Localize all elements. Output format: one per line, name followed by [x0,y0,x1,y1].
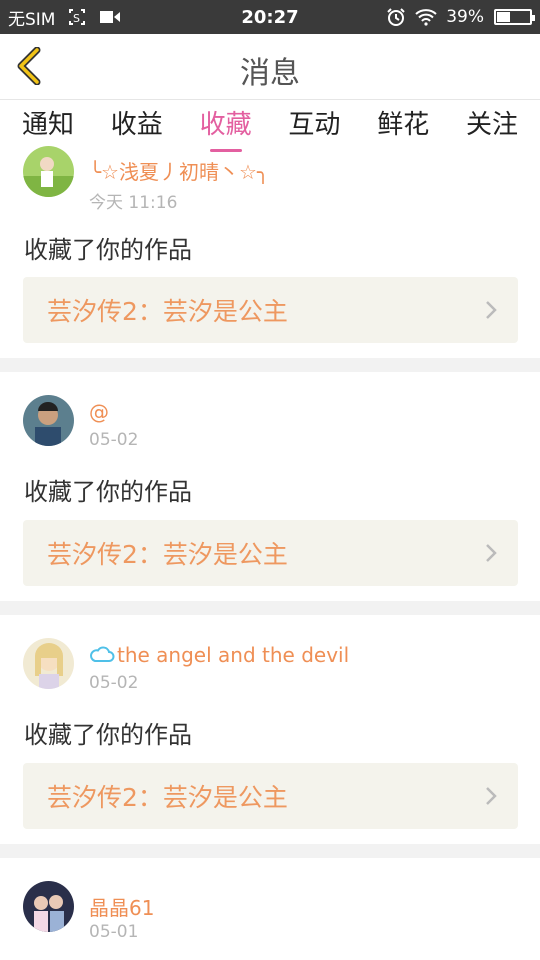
avatar[interactable] [23,881,74,932]
avatar[interactable] [23,638,74,689]
tab-follows[interactable]: 关注 [466,100,518,152]
alarm-icon [386,7,406,27]
message-card: ╰☆浅夏丿初晴丶☆╮ 今天 11:16 收藏了你的作品 芸汐传2：芸汐是公主 [0,146,540,358]
battery-icon [494,9,535,25]
page-title: 消息 [240,56,300,91]
message-card: @ 05-02 收藏了你的作品 芸汐传2：芸汐是公主 [0,372,540,601]
work-link[interactable]: 芸汐传2：芸汐是公主 [23,763,518,829]
divider [0,358,540,372]
username[interactable]: 晶晶61 [89,892,154,921]
tab-notifications[interactable]: 通知 [22,100,74,152]
battery-percent: 39% [446,7,484,27]
message-card: 晶晶61 05-01 [0,858,540,960]
tab-label: 关注 [465,110,518,140]
work-link[interactable]: 芸汐传2：芸汐是公主 [23,520,518,586]
header: 消息 [0,34,540,100]
tab-favorites[interactable]: 收藏 [200,100,252,152]
svg-text:S: S [73,12,80,25]
chevron-right-icon [486,544,497,562]
video-icon [99,8,121,26]
username[interactable]: the angel and the devil [89,643,349,667]
message-card: the angel and the devil 05-02 收藏了你的作品 芸汐… [0,615,540,844]
tab-label: 收益 [110,110,163,140]
username[interactable]: @ [89,400,109,424]
tab-label: 通知 [22,110,75,140]
chevron-right-icon [486,301,497,319]
work-title: 芸汐传2：芸汐是公主 [47,297,288,326]
message-list: ╰☆浅夏丿初晴丶☆╮ 今天 11:16 收藏了你的作品 芸汐传2：芸汐是公主 @… [0,146,540,960]
tab-label: 收藏 [199,110,252,140]
message-date: 今天 11:16 [89,193,178,213]
tab-label: 鲜花 [377,110,430,140]
screenshot-icon: S [67,7,87,27]
wifi-icon [414,8,438,26]
work-title: 芸汐传2：芸汐是公主 [47,783,288,812]
message-text: 收藏了你的作品 [24,236,192,264]
tab-interactions[interactable]: 互动 [288,100,340,152]
carrier-label: 无SIM [8,9,56,30]
message-date: 05-01 [89,922,139,942]
tab-flowers[interactable]: 鲜花 [377,100,429,152]
username[interactable]: ╰☆浅夏丿初晴丶☆╮ [89,156,269,185]
chevron-right-icon [486,787,497,805]
status-bar: 无SIM S 20:27 39% [0,0,540,34]
work-link[interactable]: 芸汐传2：芸汐是公主 [23,277,518,343]
message-text: 收藏了你的作品 [24,721,192,749]
tab-bar: 通知 收益 收藏 互动 鲜花 关注 [0,100,540,152]
tab-label: 互动 [288,110,341,140]
message-date: 05-02 [89,673,139,693]
divider [0,844,540,858]
cloud-icon [90,646,115,662]
message-date: 05-02 [89,430,139,450]
work-title: 芸汐传2：芸汐是公主 [47,540,288,569]
username-text: the angel and the devil [117,643,350,667]
avatar[interactable] [23,146,74,197]
avatar[interactable] [23,395,74,446]
tab-earnings[interactable]: 收益 [111,100,163,152]
message-text: 收藏了你的作品 [24,478,192,506]
divider [0,601,540,615]
